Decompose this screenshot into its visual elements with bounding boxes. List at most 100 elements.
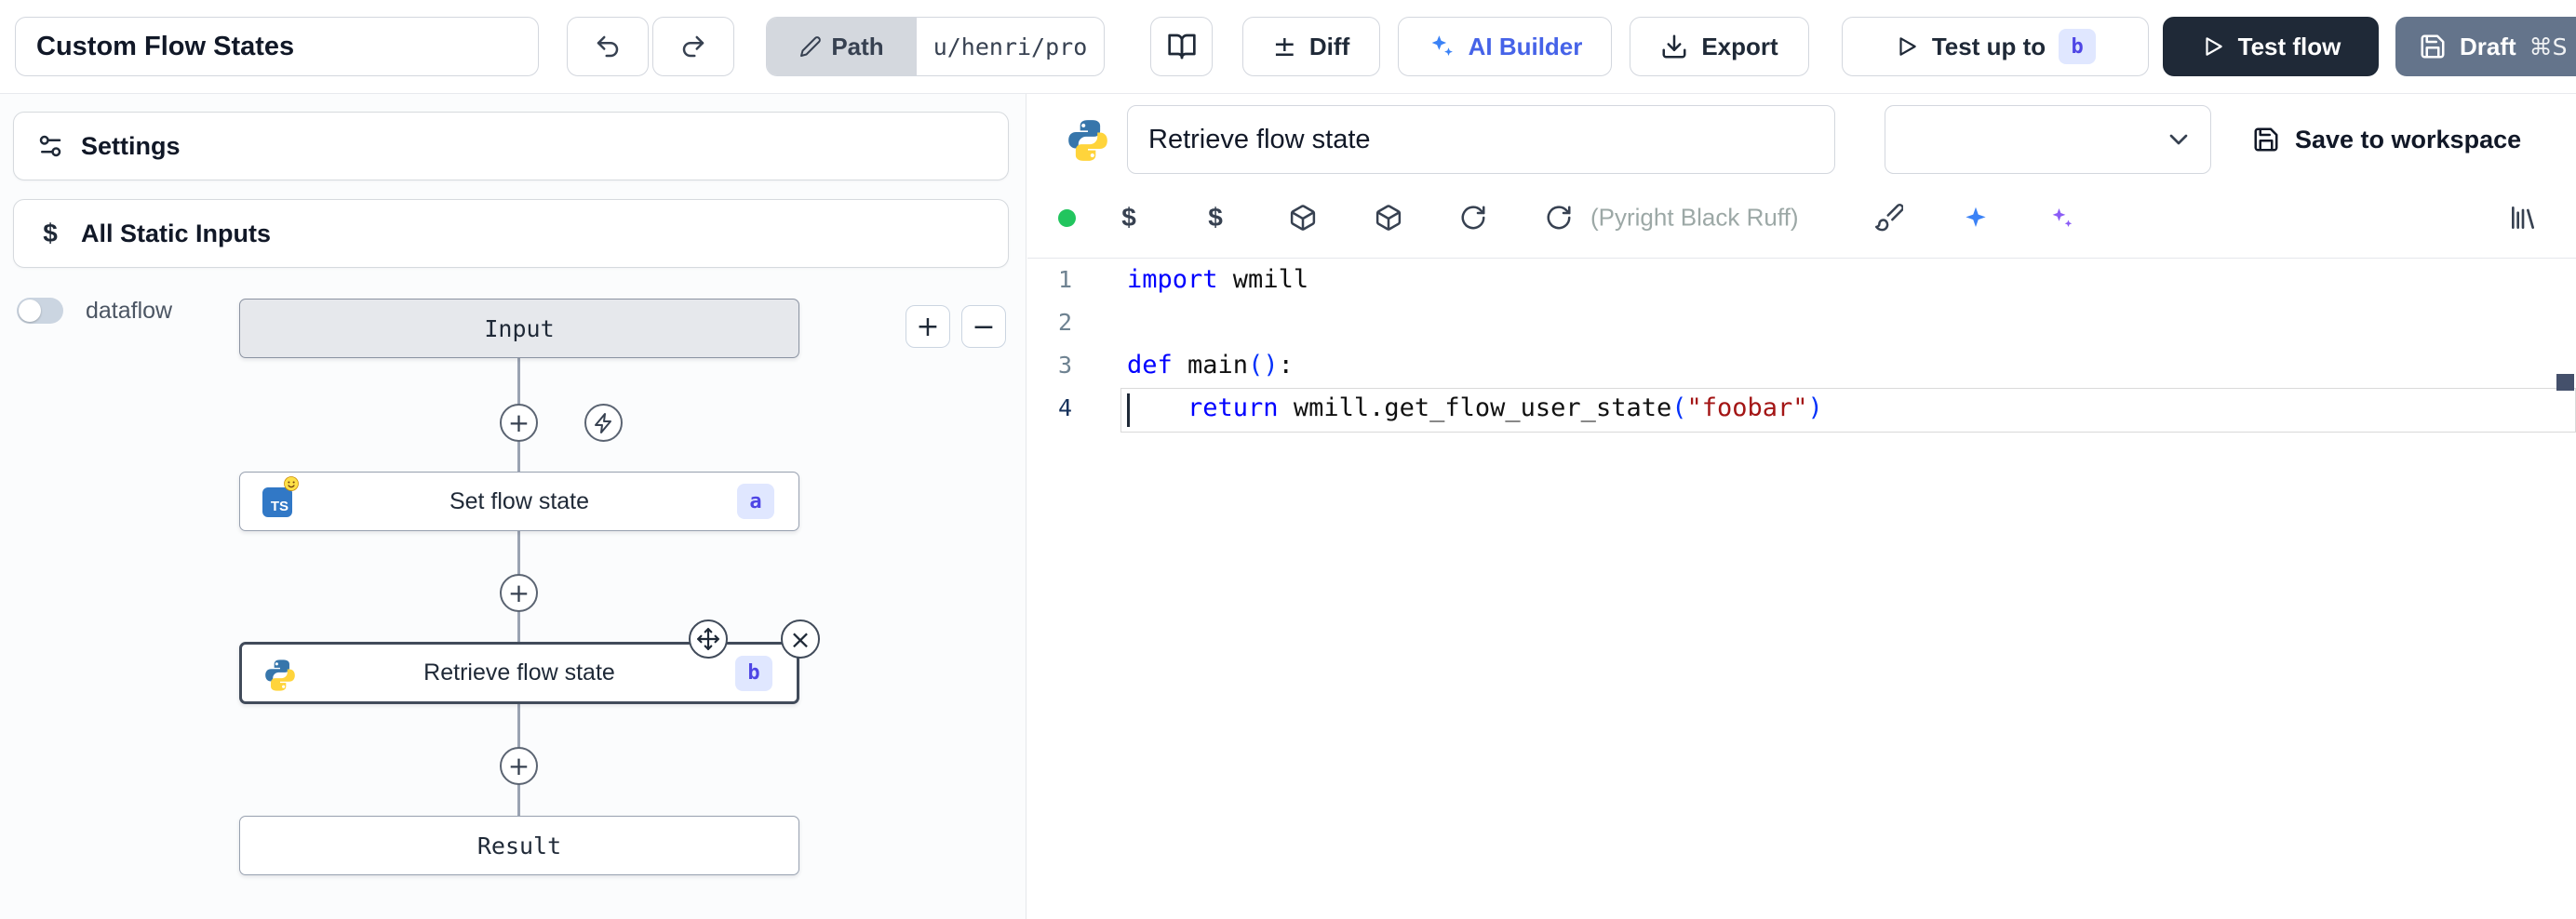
step-badge-b: b [2059, 29, 2096, 64]
minus-icon: − [972, 311, 995, 343]
refresh-icon [1459, 204, 1487, 232]
flow-name-input[interactable] [15, 17, 539, 76]
code-line-4: return wmill.get_flow_user_state("foobar… [1127, 387, 2548, 430]
path-control[interactable]: Path u/henri/pro [766, 17, 1105, 76]
dataflow-toggle-row: dataflow [17, 296, 172, 326]
undo-icon [594, 33, 622, 60]
plus-icon: + [508, 578, 530, 608]
sparkle-icon [1962, 204, 1990, 232]
export-label: Export [1701, 33, 1778, 61]
step-name-input[interactable] [1127, 105, 1835, 174]
delete-node-button[interactable]: × [781, 619, 820, 659]
save-icon [2419, 33, 2447, 60]
token-indent [1127, 393, 1187, 422]
dataflow-toggle[interactable] [17, 298, 63, 324]
dollar-icon: $ [1208, 203, 1223, 233]
dataflow-label: dataflow [86, 298, 172, 325]
graph-zoom-out-button[interactable]: − [961, 305, 1006, 348]
green-status-dot [1058, 209, 1076, 227]
tutorials-button[interactable] [1150, 17, 1213, 76]
path-label: Path [831, 33, 883, 61]
export-button[interactable]: Export [1630, 17, 1809, 76]
test-flow-button[interactable]: Test flow [2163, 17, 2379, 76]
ai-magic-button[interactable] [2041, 197, 2082, 238]
token-identifier: wmill [1218, 265, 1309, 294]
result-node-label: Result [477, 832, 561, 859]
undo-button[interactable] [567, 17, 649, 76]
token-identifier: wmill.get_flow_user_state [1279, 393, 1672, 422]
lint-status-icon [1046, 197, 1087, 238]
plus-minus-icon: ± [1273, 31, 1296, 63]
plus-icon: + [916, 311, 939, 343]
redo-icon [679, 33, 707, 60]
step-badge-a: a [737, 484, 774, 519]
draft-label: Draft [2460, 33, 2516, 61]
path-edit-segment[interactable]: Path [767, 18, 917, 75]
redo-button[interactable] [652, 17, 734, 76]
token-keyword: import [1127, 265, 1218, 294]
smiley-emoji-icon [283, 475, 300, 492]
package-icon [1375, 204, 1402, 232]
token-bracket: ) [1808, 393, 1823, 422]
token-bracket: ) [1263, 351, 1278, 380]
book-open-icon [1167, 32, 1197, 61]
move-icon [696, 627, 720, 651]
top-toolbar: Path u/henri/pro ± Diff AI Builder Expor… [0, 0, 2576, 94]
all-static-inputs-label: All Static Inputs [81, 220, 271, 248]
zap-icon [593, 412, 615, 434]
export-icon [1660, 33, 1688, 60]
reload-button-2[interactable] [1538, 197, 1579, 238]
add-trigger-button[interactable] [584, 404, 623, 442]
text-caret [1127, 393, 1130, 427]
draft-shortcut: ⌘S [2529, 33, 2568, 60]
library-panel-button[interactable] [2502, 197, 2543, 238]
plus-icon: + [508, 407, 530, 438]
play-icon [2201, 34, 2225, 59]
path-value[interactable]: u/henri/pro [917, 18, 1104, 75]
token-keyword: return [1187, 393, 1279, 422]
code-line-3: def main(): [1127, 344, 2548, 387]
reload-button-1[interactable] [1453, 197, 1494, 238]
ai-builder-button[interactable]: AI Builder [1398, 17, 1612, 76]
code-assistants-label[interactable]: (Pyright Black Ruff) [1590, 204, 1798, 233]
graph-zoom-in-button[interactable]: + [906, 305, 950, 348]
line-number: 2 [1027, 301, 1072, 344]
test-up-to-button[interactable]: Test up to b [1842, 17, 2149, 76]
editor-toolbar: $ $ (Pyright Black Ruff) [1027, 193, 2576, 242]
add-step-button-3[interactable]: + [500, 747, 538, 785]
language-select[interactable] [1885, 105, 2211, 174]
package-icon-button-2[interactable] [1368, 197, 1409, 238]
add-step-button-1[interactable]: + [500, 404, 538, 442]
chevron-down-icon [2164, 125, 2194, 154]
code-content[interactable]: import wmill def main(): return wmill.ge… [1127, 259, 2548, 430]
flow-node-input[interactable]: Input [239, 299, 799, 358]
toggle-knob [19, 300, 41, 322]
flow-node-set-flow-state[interactable]: TS Set flow state a [239, 472, 799, 531]
flow-node-result[interactable]: Result [239, 816, 799, 875]
set-node-label: Set flow state [449, 488, 589, 515]
add-step-button-2[interactable]: + [500, 574, 538, 612]
format-code-button[interactable] [1869, 197, 1910, 238]
save-to-workspace-button[interactable]: Save to workspace [2252, 105, 2521, 174]
brush-icon [1875, 204, 1903, 232]
scrollbar-overview-mark[interactable] [2556, 374, 2574, 391]
token-keyword: def [1127, 351, 1173, 380]
move-node-handle[interactable] [689, 619, 728, 659]
add-resource-button[interactable]: $ [1195, 197, 1236, 238]
token-bracket: ( [1671, 393, 1686, 422]
diff-button[interactable]: ± Diff [1242, 17, 1380, 76]
add-variable-button[interactable]: $ [1108, 197, 1149, 238]
token-bracket: ( [1248, 351, 1263, 380]
line-number: 1 [1027, 259, 1072, 301]
close-icon: × [789, 624, 811, 655]
code-editor[interactable]: 1 2 3 4 import wmill def main(): return … [1027, 259, 2576, 919]
dollar-icon: $ [36, 219, 64, 248]
draft-button[interactable]: Draft ⌘S [2395, 17, 2576, 76]
step-editor-panel: Save to workspace $ $ (P [1027, 94, 2576, 919]
settings-button[interactable]: Settings [13, 112, 1009, 180]
python-icon [1065, 117, 1111, 164]
package-icon-button-1[interactable] [1282, 197, 1323, 238]
ai-assist-button[interactable] [1955, 197, 1996, 238]
all-static-inputs-button[interactable]: $ All Static Inputs [13, 199, 1009, 268]
code-line-1: import wmill [1127, 259, 2548, 301]
